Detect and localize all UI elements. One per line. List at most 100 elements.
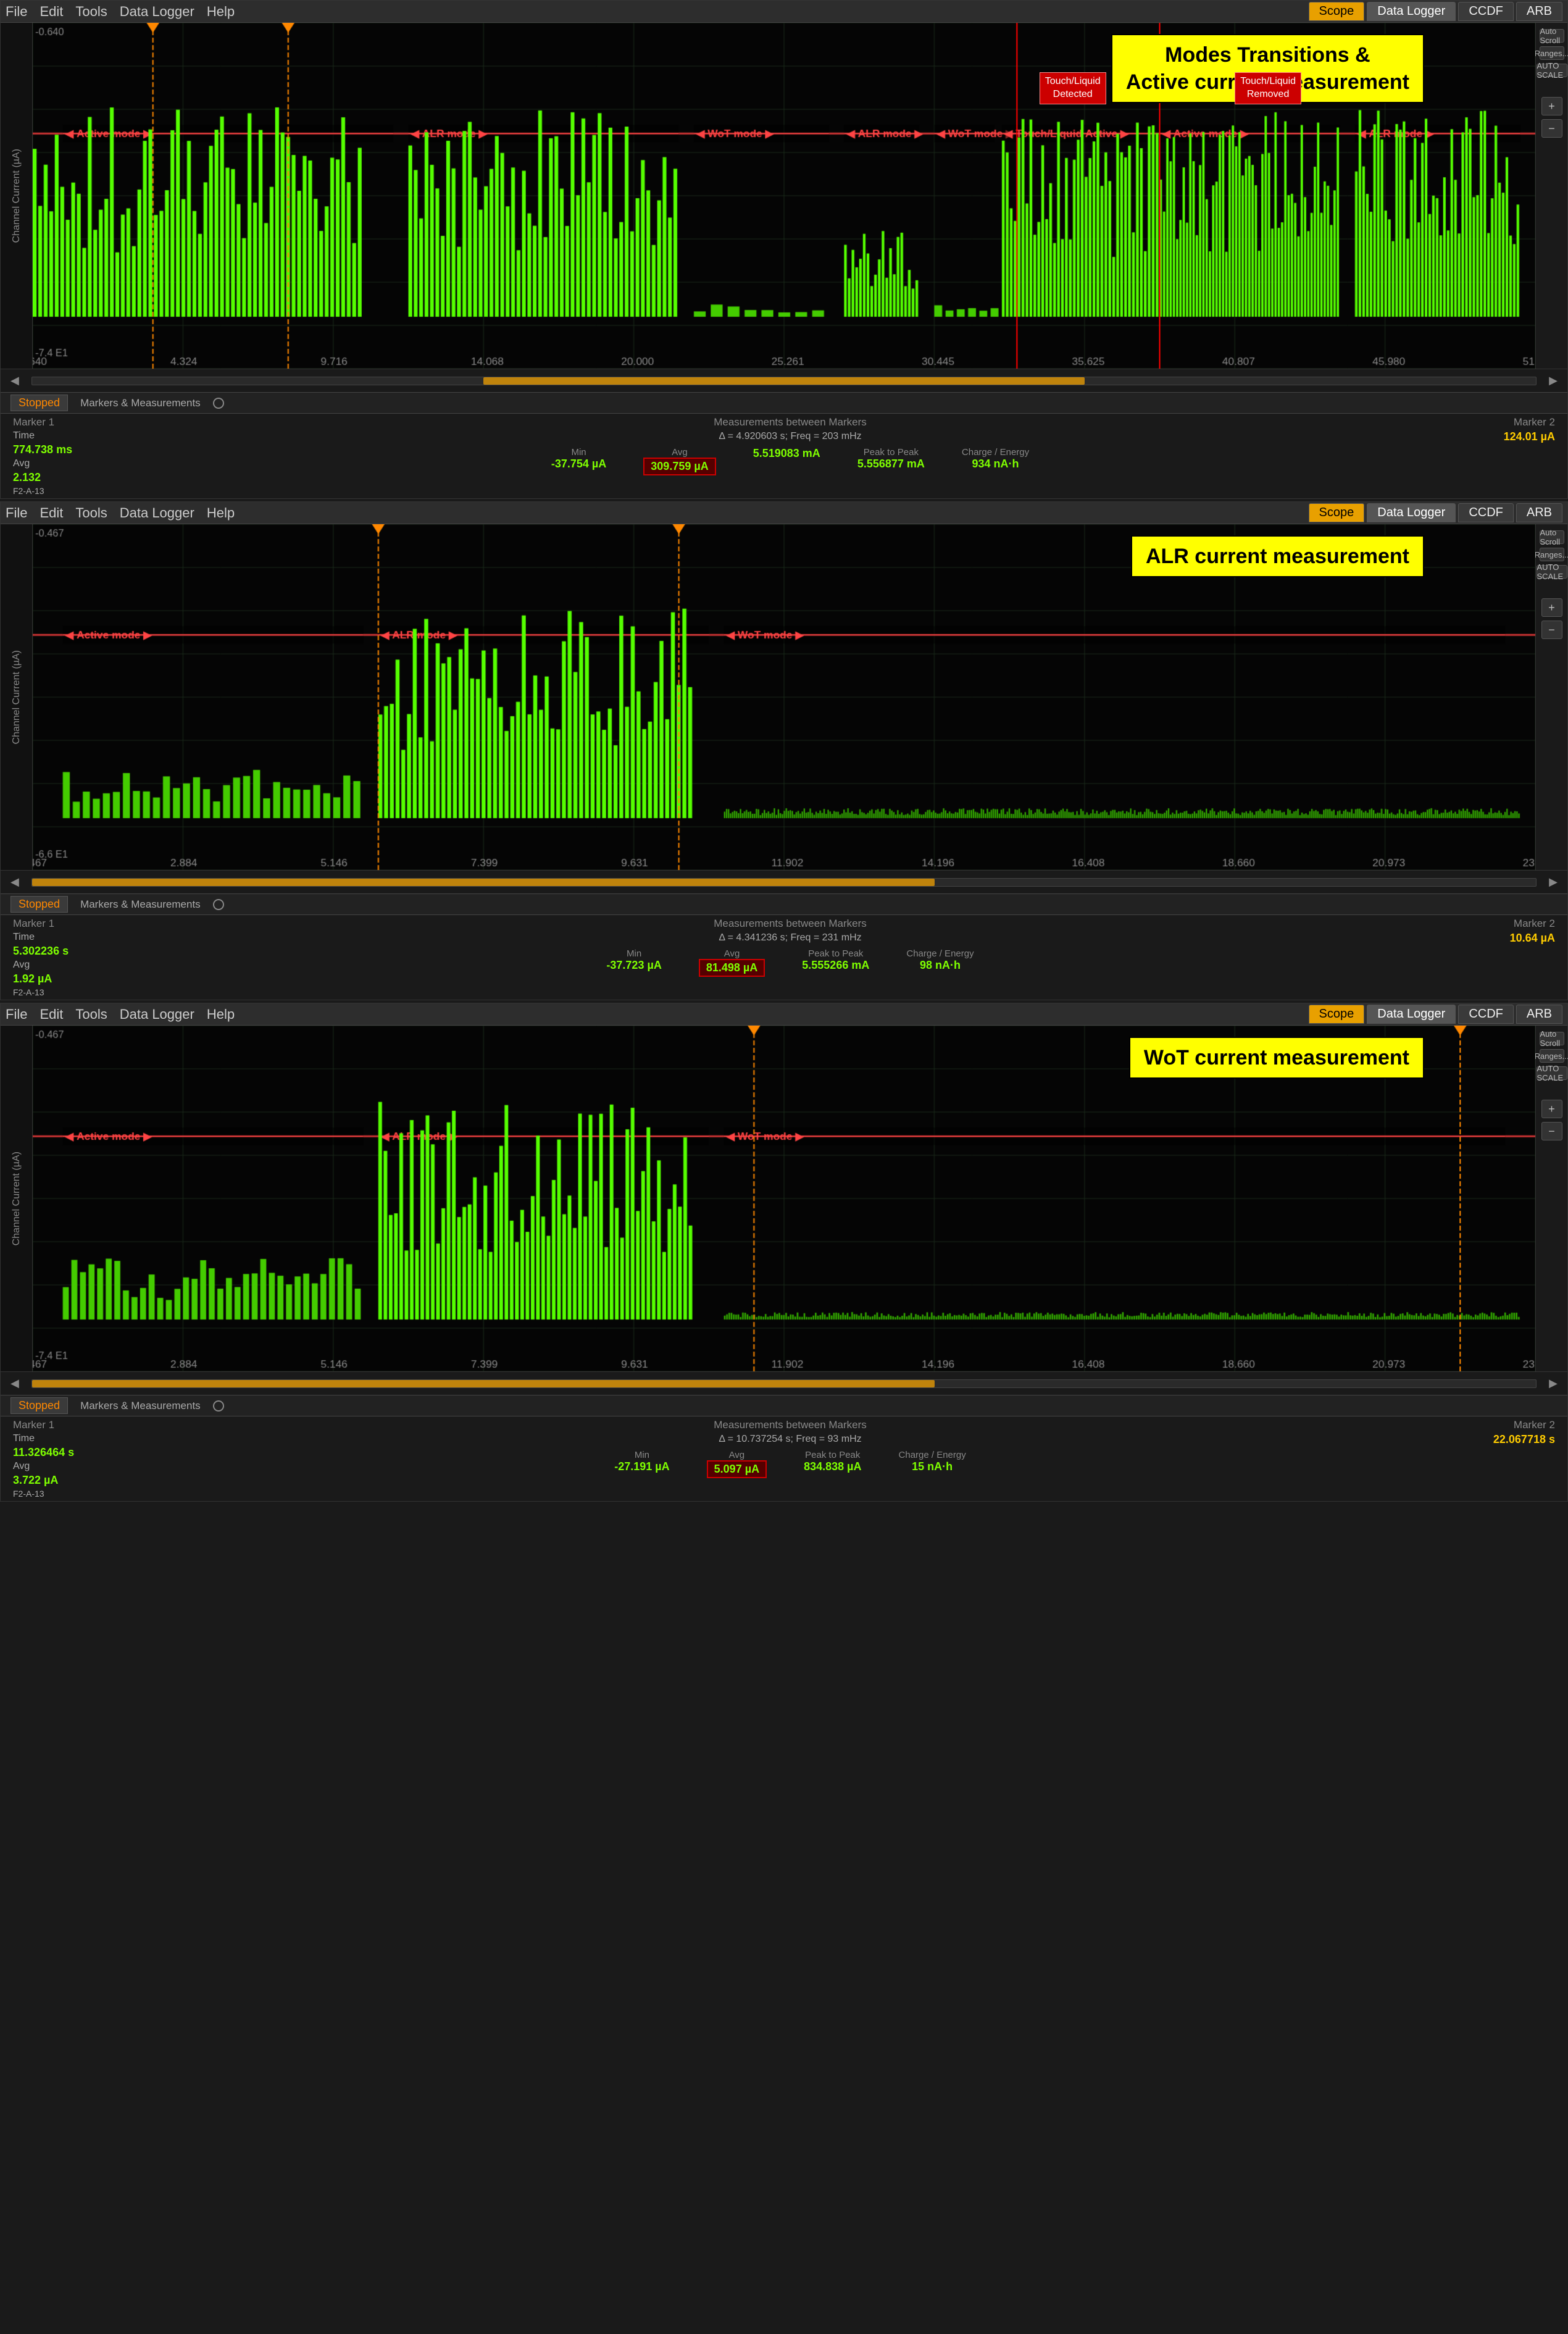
annotation-touch-removed-1: Touch/LiquidRemoved bbox=[1235, 72, 1301, 104]
scope-display-1: Modes Transitions & Active current measu… bbox=[33, 23, 1535, 369]
marker1-time-label-2: Time bbox=[13, 932, 136, 943]
marker1-label-3: Marker 1 bbox=[13, 1419, 136, 1431]
meas-freq-val-1: 5.519083 mA bbox=[753, 447, 820, 460]
meas-min-val-2: -37.723 µA bbox=[606, 959, 661, 972]
auto-scale-btn-2[interactable]: AUTO SCALE bbox=[1537, 565, 1567, 579]
menu-help-1[interactable]: Help bbox=[207, 4, 235, 20]
bottom-controls-3: ◀ ▶ bbox=[1, 1371, 1567, 1395]
x-scrollbar-2[interactable] bbox=[31, 878, 1537, 887]
menu-bar-2: File Edit Tools Data Logger Help Scope D… bbox=[1, 502, 1567, 524]
marker1-source-3: F2-A-13 bbox=[13, 1489, 136, 1499]
ranges-btn-3[interactable]: Ranges... bbox=[1540, 1049, 1564, 1063]
menu-file-1[interactable]: File bbox=[6, 4, 27, 20]
auto-scroll-btn-1[interactable]: Auto Scroll bbox=[1540, 29, 1564, 43]
zoom-in-btn-2[interactable]: + bbox=[1541, 598, 1562, 617]
zoom-out-btn-1[interactable]: − bbox=[1541, 119, 1562, 138]
x-scrollbar-3[interactable] bbox=[31, 1379, 1537, 1388]
marker2-val-2: 10.64 µA bbox=[1510, 932, 1555, 945]
meas-avg-label-1: Avg bbox=[672, 447, 688, 458]
markers-toggle-3[interactable] bbox=[213, 1400, 224, 1412]
meas-between-label-3: Measurements between Markers bbox=[167, 1419, 1413, 1431]
tab-arb-2[interactable]: ARB bbox=[1516, 503, 1562, 522]
chart-title-3: WoT current measurement bbox=[1129, 1037, 1424, 1079]
tab-scope-1[interactable]: Scope bbox=[1309, 2, 1365, 21]
right-controls-1: Auto Scroll Ranges... AUTO SCALE + − bbox=[1535, 23, 1567, 369]
auto-scale-btn-1[interactable]: AUTO SCALE bbox=[1537, 64, 1567, 77]
marker2-label-1: Marker 2 bbox=[1514, 416, 1555, 429]
auto-scale-btn-3[interactable]: AUTO SCALE bbox=[1537, 1066, 1567, 1080]
zoom-in-btn-3[interactable]: + bbox=[1541, 1100, 1562, 1118]
menu-edit-2[interactable]: Edit bbox=[40, 505, 63, 521]
marker1-avg-label-2: Avg bbox=[13, 960, 136, 971]
menu-datalogger-3[interactable]: Data Logger bbox=[120, 1006, 194, 1023]
menu-datalogger-1[interactable]: Data Logger bbox=[120, 4, 194, 20]
marker1-avg-val-3: 3.722 µA bbox=[13, 1474, 136, 1487]
ranges-btn-1[interactable]: Ranges... bbox=[1540, 46, 1564, 60]
tab-scope-2[interactable]: Scope bbox=[1309, 503, 1365, 522]
tab-arb-1[interactable]: ARB bbox=[1516, 2, 1562, 21]
marker1-source-2: F2-A-13 bbox=[13, 987, 136, 997]
menu-datalogger-2[interactable]: Data Logger bbox=[120, 505, 194, 521]
tab-ccdf-3[interactable]: CCDF bbox=[1458, 1005, 1514, 1024]
meas-ptp-label-2: Peak to Peak bbox=[808, 948, 863, 959]
marker2-val-3: 22.067718 s bbox=[1493, 1433, 1555, 1446]
marker1-source-1: F2-A-13 bbox=[13, 486, 136, 496]
marker2-val-1: 124.01 µA bbox=[1504, 430, 1555, 443]
zoom-in-btn-1[interactable]: + bbox=[1541, 97, 1562, 115]
ranges-btn-2[interactable]: Ranges... bbox=[1540, 548, 1564, 561]
scroll-right-1[interactable]: ▶ bbox=[1549, 374, 1558, 387]
menu-file-2[interactable]: File bbox=[6, 505, 27, 521]
channel-label-3: Channel Current (µA) bbox=[11, 1152, 22, 1245]
menu-tools-3[interactable]: Tools bbox=[75, 1006, 107, 1023]
marker2-label-2: Marker 2 bbox=[1514, 918, 1555, 930]
panel-3: File Edit Tools Data Logger Help Scope D… bbox=[0, 1003, 1568, 1502]
scroll-left-3[interactable]: ◀ bbox=[10, 1377, 19, 1390]
tab-scope-3[interactable]: Scope bbox=[1309, 1005, 1365, 1024]
marker1-time-val-2: 5.302236 s bbox=[13, 945, 136, 958]
tab-ccdf-2[interactable]: CCDF bbox=[1458, 503, 1514, 522]
zoom-out-btn-2[interactable]: − bbox=[1541, 621, 1562, 639]
meas-ptp-val-3: 834.838 µA bbox=[804, 1460, 861, 1473]
meas-charge-val-1: 934 nA·h bbox=[972, 458, 1019, 471]
scroll-left-1[interactable]: ◀ bbox=[10, 374, 19, 387]
tab-datalogger-3[interactable]: Data Logger bbox=[1367, 1005, 1456, 1024]
meas-avg-label-2: Avg bbox=[724, 948, 740, 959]
tab-ccdf-1[interactable]: CCDF bbox=[1458, 2, 1514, 21]
meas-between-label-2: Measurements between Markers bbox=[167, 918, 1413, 930]
tab-datalogger-1[interactable]: Data Logger bbox=[1367, 2, 1456, 21]
marker2-label-3: Marker 2 bbox=[1514, 1419, 1555, 1431]
auto-scroll-btn-3[interactable]: Auto Scroll bbox=[1540, 1032, 1564, 1045]
meas-charge-label-2: Charge / Energy bbox=[906, 948, 974, 959]
menu-file-3[interactable]: File bbox=[6, 1006, 27, 1023]
scroll-left-2[interactable]: ◀ bbox=[10, 876, 19, 889]
tab-datalogger-2[interactable]: Data Logger bbox=[1367, 503, 1456, 522]
menu-edit-1[interactable]: Edit bbox=[40, 4, 63, 20]
markers-toggle-1[interactable] bbox=[213, 398, 224, 409]
meas-delta-3: Δ = 10.737254 s; Freq = 93 mHz bbox=[167, 1434, 1413, 1445]
meas-charge-label-3: Charge / Energy bbox=[899, 1450, 966, 1460]
scroll-right-3[interactable]: ▶ bbox=[1549, 1377, 1558, 1390]
menu-help-3[interactable]: Help bbox=[207, 1006, 235, 1023]
marker1-time-label-1: Time bbox=[13, 430, 136, 441]
auto-scroll-btn-2[interactable]: Auto Scroll bbox=[1540, 530, 1564, 544]
menu-help-2[interactable]: Help bbox=[207, 505, 235, 521]
x-scrollbar-1[interactable] bbox=[31, 377, 1537, 385]
meas-min-label-2: Min bbox=[627, 948, 641, 959]
annotation-touch-detected-1: Touch/LiquidDetected bbox=[1040, 72, 1106, 104]
meas-delta-1: Δ = 4.920603 s; Freq = 203 mHz bbox=[167, 431, 1413, 442]
meas-min-val-1: -37.754 µA bbox=[551, 458, 606, 471]
right-controls-2: Auto Scroll Ranges... AUTO SCALE + − bbox=[1535, 524, 1567, 870]
channel-label-1: Channel Current (µA) bbox=[11, 149, 22, 243]
menu-tools-2[interactable]: Tools bbox=[75, 505, 107, 521]
scroll-right-2[interactable]: ▶ bbox=[1549, 876, 1558, 889]
channel-label-2: Channel Current (µA) bbox=[11, 650, 22, 744]
tab-arb-3[interactable]: ARB bbox=[1516, 1005, 1562, 1024]
menu-tools-1[interactable]: Tools bbox=[75, 4, 107, 20]
zoom-out-btn-3[interactable]: − bbox=[1541, 1122, 1562, 1140]
menu-edit-3[interactable]: Edit bbox=[40, 1006, 63, 1023]
meas-charge-val-2: 98 nA·h bbox=[920, 959, 961, 972]
panel-2: File Edit Tools Data Logger Help Scope D… bbox=[0, 501, 1568, 1000]
markers-toggle-2[interactable] bbox=[213, 899, 224, 910]
marker1-avg-label-1: Avg bbox=[13, 458, 136, 469]
scope-display-2: ALR current measurement bbox=[33, 524, 1535, 870]
